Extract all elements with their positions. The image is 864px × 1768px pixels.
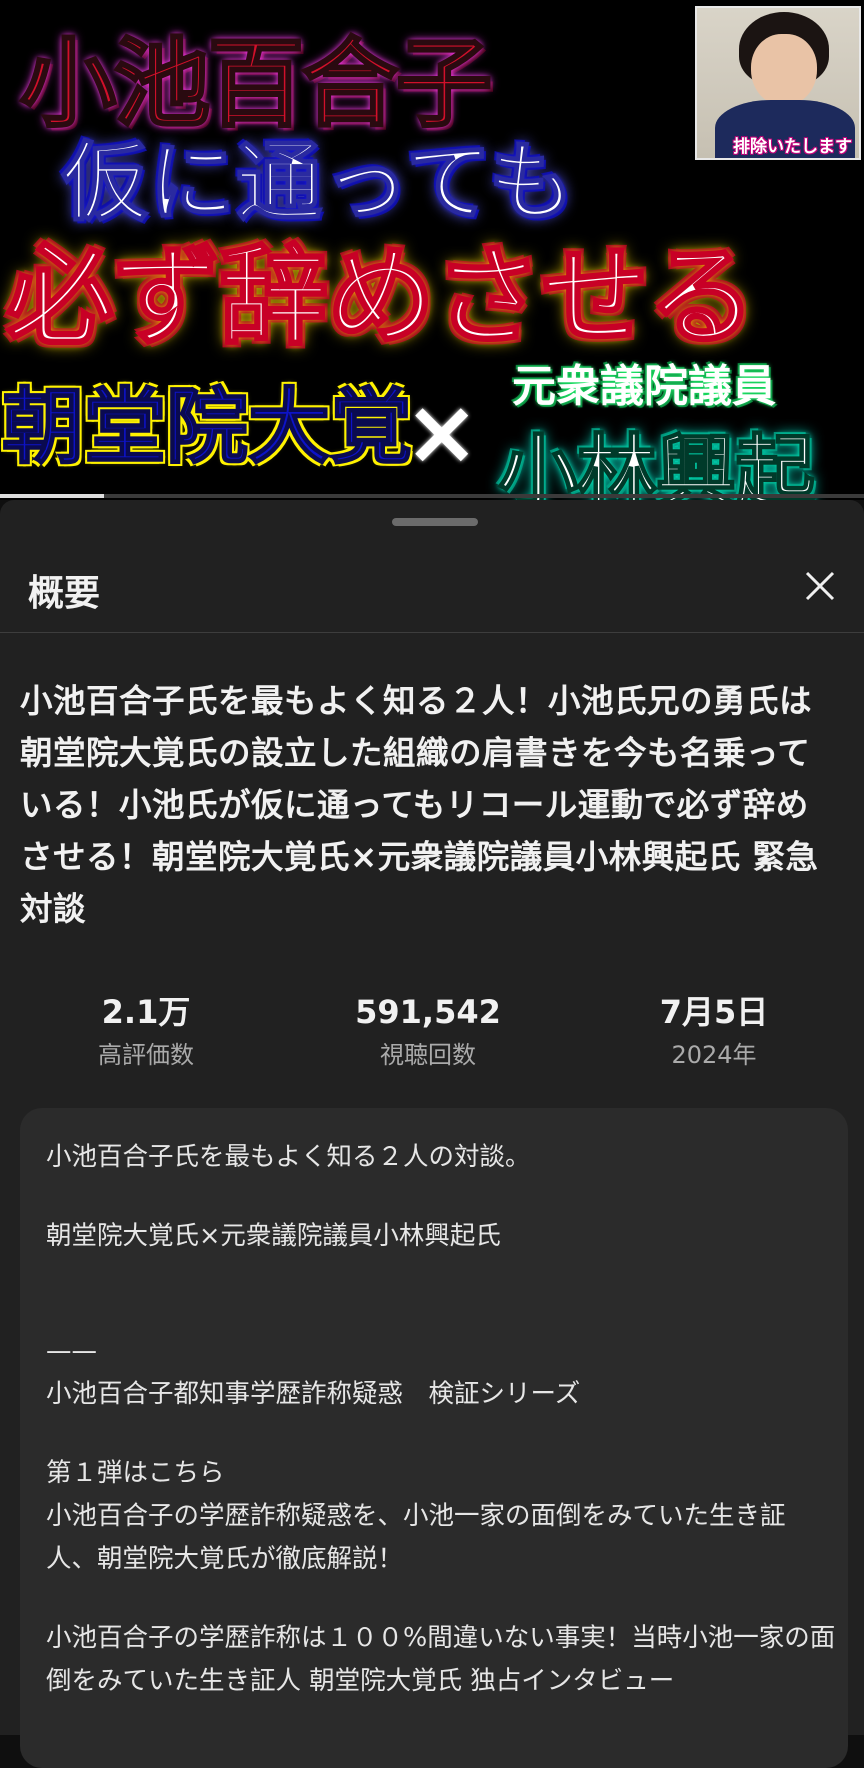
date-label: 2024年 [671,1041,757,1069]
stat-views: 591,542 視聴回数 [308,990,548,1072]
description-paragraph: 第１弾はこちら [46,1458,225,1488]
description-paragraph: 小池百合子の学歴詐称は１００%間違いない事実！当時小池一家の面倒をみていた生き証… [46,1623,836,1696]
video-title: 小池百合子氏を最もよく知る２人！小池氏兄の勇氏は朝堂院大覚氏の設立した組織の肩書… [20,682,819,928]
likes-value: 2.1万 [101,993,191,1031]
close-button[interactable] [792,558,848,614]
description-sheet: 概要 小池百合子氏を最もよく知る２人！小池氏兄の勇氏は朝堂院大覚氏の設立した組織… [0,500,864,1768]
video-progress-fill [0,494,104,498]
description-separator: —— [46,1336,97,1366]
video-thumbnail[interactable]: 小池百合子 仮に通っても 必ず辞めさせる 朝堂院大覚 × 元衆議院議員 小林興起… [0,0,864,500]
sheet-header: 概要 [0,544,864,633]
thumbnail-text-line3: 必ず辞めさせる [4,234,757,362]
thumbnail-text-name2: 小林興起 [497,425,816,500]
stat-date: 7月5日 2024年 [594,990,834,1072]
description-paragraph: 小池百合子都知事学歴詐称疑惑 検証シリーズ [46,1379,581,1409]
thumbnail-inset-photo: 排除いたします [695,6,861,160]
description-paragraph: 小池百合子の学歴詐称疑惑を、小池一家の面倒をみていた生き証人、朝堂院大覚氏が徹底… [46,1501,786,1574]
sheet-title: 概要 [28,573,101,614]
likes-label: 高評価数 [98,1041,194,1069]
stat-likes: 2.1万 高評価数 [26,990,266,1072]
thumbnail-cross: × [404,380,480,485]
photo-face [751,34,817,106]
thumbnail-text-name1: 朝堂院大覚 [1,379,413,476]
drag-handle[interactable] [392,518,478,526]
views-value: 591,542 [355,993,501,1031]
video-progress-bar[interactable] [0,494,864,498]
views-label: 視聴回数 [380,1041,476,1069]
photo-caption: 排除いたします [733,137,852,157]
description-paragraph: 小池百合子氏を最もよく知る２人の対談。 [46,1142,531,1172]
description-box[interactable]: 小池百合子氏を最もよく知る２人の対談。 朝堂院大覚氏×元衆議院議員小林興起氏 —… [20,1108,848,1768]
description-paragraph: 朝堂院大覚氏×元衆議院議員小林興起氏 [46,1221,501,1251]
date-value: 7月5日 [659,993,769,1031]
close-icon [805,571,835,601]
thumbnail-text-subtitle: 元衆議院議員 [512,361,776,412]
video-stats: 2.1万 高評価数 591,542 視聴回数 7月5日 2024年 [0,990,864,1080]
description-text: 小池百合子氏を最もよく知る２人の対談。 朝堂院大覚氏×元衆議院議員小林興起氏 —… [46,1136,836,1703]
